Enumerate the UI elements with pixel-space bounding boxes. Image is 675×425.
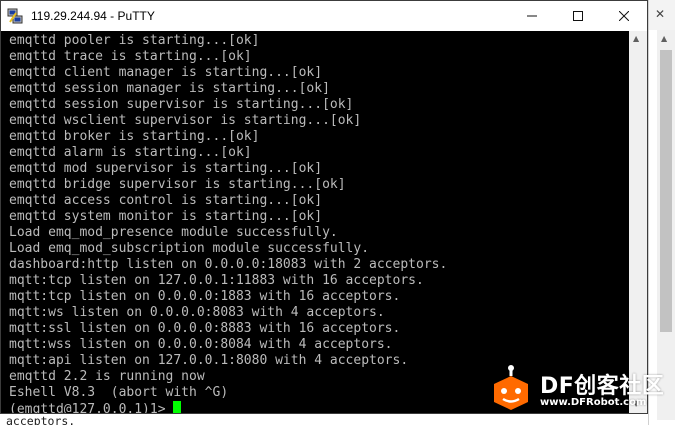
terminal-line: mqtt:ssl listen on 0.0.0.0:8883 with 16 … (9, 321, 401, 336)
terminal-line: emqttd 2.2 is running now (9, 369, 205, 384)
terminal-line: emqttd alarm is starting...[ok] (9, 145, 252, 160)
robot-logo-icon (494, 365, 528, 410)
terminal-line: mqtt:tcp listen on 127.0.0.1:11883 with … (9, 273, 424, 288)
watermark-brand: DF创客社区 (540, 374, 665, 399)
background-close-icon[interactable]: ✕ (655, 8, 665, 20)
close-button[interactable] (601, 1, 647, 31)
terminal-line: dashboard:http listen on 0.0.0.0:18083 w… (9, 257, 448, 272)
window-title: 119.29.244.94 - PuTTY (31, 9, 155, 23)
terminal-line: mqtt:ws listen on 0.0.0.0:8083 with 4 ac… (9, 305, 385, 320)
terminal-line: Eshell V8.3 (abort with ^G) (9, 385, 229, 400)
watermark-url: www.DFRobot.com (540, 397, 647, 408)
terminal-line: Load emq_mod_presence module successfull… (9, 225, 338, 240)
putty-icon (7, 8, 23, 24)
terminal-area[interactable]: emqttd pooler is starting...[ok] emqttd … (1, 31, 629, 413)
terminal-line: mqtt:api listen on 127.0.0.1:8080 with 4… (9, 353, 409, 368)
terminal-line: emqttd session manager is starting...[ok… (9, 81, 330, 96)
terminal-line: Load emq_mod_subscription module success… (9, 241, 370, 256)
minimize-icon (527, 15, 537, 17)
terminal-line: emqttd broker is starting...[ok] (9, 129, 260, 144)
putty-window: 119.29.244.94 - PuTTY emqttd pooler is s… (0, 0, 648, 414)
terminal-line: emqttd session supervisor is starting...… (9, 97, 354, 112)
terminal-prompt-line[interactable]: (emqttd@127.0.0.1)1> (9, 401, 182, 413)
terminal-line: emqttd pooler is starting...[ok] (9, 33, 260, 48)
maximize-icon (573, 11, 583, 21)
maximize-button[interactable] (555, 1, 601, 31)
close-icon (619, 11, 629, 21)
terminal-line: emqttd mod supervisor is starting...[ok] (9, 161, 323, 176)
text-cursor (173, 401, 182, 413)
scroll-up-arrow-icon[interactable]: ▲ (633, 34, 639, 43)
terminal-line: emqttd system monitor is starting...[ok] (9, 209, 323, 224)
terminal-line: mqtt:wss listen on 0.0.0.0:8084 with 4 a… (9, 337, 393, 352)
terminal-line: emqttd bridge supervisor is starting...[… (9, 177, 346, 192)
terminal-line: mqtt:tcp listen on 0.0.0.0:1883 with 16 … (9, 289, 401, 304)
minimize-button[interactable] (509, 1, 555, 31)
background-window-titlebar: ✕ (649, 0, 675, 30)
background-scroll-thumb[interactable] (660, 50, 672, 332)
background-window-text: acceptors. (6, 414, 76, 425)
shell-prompt: (emqttd@127.0.0.1)1> (9, 402, 174, 413)
watermark: DF创客社区 www.DFRobot.com (486, 360, 675, 418)
scroll-up-arrow-icon[interactable]: ▲ (661, 34, 667, 43)
terminal-line: emqttd client manager is starting...[ok] (9, 65, 323, 80)
terminal-scrollbar[interactable]: ▲ ▼ (629, 31, 647, 413)
terminal-line: emqttd trace is starting...[ok] (9, 49, 252, 64)
title-bar[interactable]: 119.29.244.94 - PuTTY (1, 1, 647, 31)
terminal-line: emqttd wsclient supervisor is starting..… (9, 113, 362, 128)
terminal-line: emqttd access control is starting...[ok] (9, 193, 323, 208)
